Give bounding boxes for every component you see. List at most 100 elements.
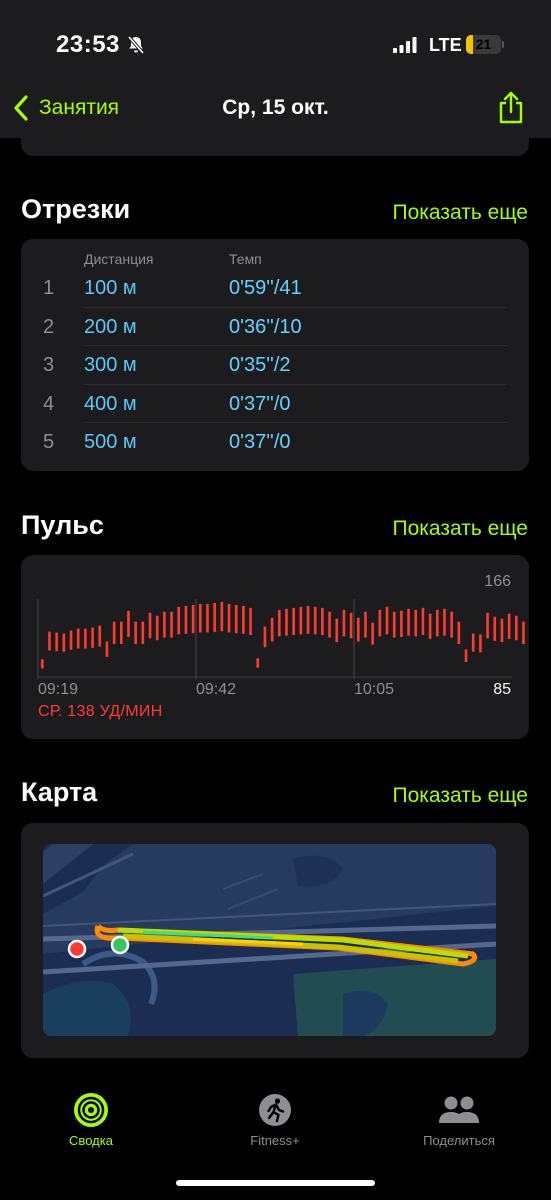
heart-rate-bar [421, 607, 425, 636]
heart-rate-bar [385, 606, 389, 635]
heart-rate-bar [76, 628, 80, 649]
split-index: 1 [43, 277, 55, 299]
split-index: 5 [43, 431, 55, 453]
heart-rate-bar [184, 605, 188, 634]
heart-rate-bar [335, 618, 339, 643]
heart-rate-bar [105, 641, 109, 657]
split-distance: 100 м [84, 277, 137, 299]
heart-rate-bar [48, 631, 51, 651]
heart-rate-bar [306, 605, 310, 634]
tab-summary[interactable]: Сводка [16, 1093, 166, 1148]
heart-rate-bar [163, 611, 166, 638]
heart-rate-bar [270, 617, 274, 642]
split-index: 2 [43, 315, 55, 338]
heart-rate-bar [313, 606, 317, 635]
heart-rate-bar [141, 621, 145, 645]
heart-rate-bar [278, 609, 281, 637]
map-title: Карта [21, 777, 98, 807]
heart-rate-bar [134, 621, 137, 645]
split-row: 4 400 м 0'37''/0 [21, 385, 529, 423]
split-distance: 200 м [84, 315, 137, 338]
navigation-bar: Занятия Ср, 15 окт. [0, 80, 551, 138]
heart-rate-bar [407, 608, 410, 636]
map-show-more-button[interactable]: Показать еще [392, 784, 528, 808]
tab-fitness-plus[interactable]: Fitness+ [200, 1093, 350, 1148]
splits-card: Дистанция Темп 1 100 м 0'59''/41 2 200 м… [21, 239, 529, 471]
heart-rate-bar [127, 610, 130, 637]
heart-rate-bar [55, 632, 58, 652]
heart-rate-bar [414, 609, 418, 637]
heart-rate-card[interactable]: 166 85 09:19 09:42 10:05 СР. 138 УД/МИН [21, 555, 529, 739]
heart-rate-bar [206, 603, 209, 633]
people-icon [439, 1096, 479, 1123]
heart-rate-bar [155, 615, 159, 641]
split-row: 5 500 м 0'37''/0 [21, 423, 529, 462]
split-row: 3 300 м 0'35''/2 [21, 346, 529, 385]
status-time: 23:53 [56, 31, 120, 58]
heart-rate-bar [392, 611, 396, 638]
heart-rate-bar [515, 615, 518, 641]
heart-rate-bar [263, 626, 267, 648]
tab-sharing[interactable]: Поделиться [384, 1093, 534, 1148]
heart-rate-average: СР. 138 УД/МИН [38, 703, 163, 720]
split-distance: 300 м [84, 354, 137, 376]
split-pace: 0'59''/41 [229, 277, 302, 299]
share-icon[interactable] [497, 91, 525, 125]
bell-slash-icon [127, 35, 145, 55]
heart-rate-bar [112, 621, 116, 645]
heart-rate-bar [479, 634, 482, 653]
split-index: 4 [43, 392, 55, 415]
split-distance: 500 м [84, 431, 137, 453]
heart-rate-bar [285, 608, 288, 636]
heart-rate-bar [450, 611, 453, 638]
heart-rate-bar [321, 607, 324, 636]
heart-rate-bar [227, 603, 231, 633]
heart-rate-bar [400, 610, 403, 637]
split-pace: 0'35''/2 [229, 354, 291, 376]
map-card[interactable] [21, 823, 529, 1058]
heart-rate-bar [371, 622, 374, 645]
heart-rate-bar [249, 607, 252, 636]
route-map-graphic [43, 844, 496, 1036]
heart-rate-bar [199, 603, 202, 633]
status-bar: 23:53 LTE 21 [0, 0, 551, 80]
heart-rate-show-more-button[interactable]: Показать еще [392, 517, 528, 541]
tab-sharing-label: Поделиться [423, 1133, 495, 1148]
heart-rate-bar [242, 605, 245, 634]
distance-column-header: Дистанция [84, 251, 154, 267]
tab-summary-label: Сводка [69, 1133, 113, 1148]
time-tick-label: 10:05 [354, 681, 395, 698]
heart-rate-bar [234, 604, 238, 634]
heart-rate-bar [220, 601, 224, 632]
heart-rate-bar [493, 616, 497, 641]
heart-rate-bar [69, 630, 73, 650]
heart-rate-bar [292, 607, 295, 636]
time-tick-label: 09:42 [196, 681, 237, 698]
home-indicator [176, 1180, 375, 1186]
heart-rate-bar [177, 606, 181, 635]
heart-rate-bar [170, 611, 173, 638]
tab-fitness-plus-label: Fitness+ [250, 1133, 300, 1148]
heart-rate-bar [464, 649, 468, 663]
heart-rate-bar [41, 659, 44, 669]
heart-rate-title: Пульс [21, 510, 104, 540]
page-title: Ср, 15 окт. [222, 96, 329, 119]
route-map[interactable] [43, 844, 496, 1036]
split-distance: 400 м [84, 392, 137, 415]
previous-card-bottom [21, 138, 529, 156]
heart-rate-bar [84, 628, 87, 649]
heart-rate-bar [91, 627, 94, 648]
activity-rings-icon [74, 1093, 108, 1127]
heart-rate-bar [364, 611, 367, 638]
splits-title: Отрезки [21, 194, 131, 224]
heart-rate-max-label: 166 [484, 573, 511, 590]
heart-rate-bar [342, 609, 346, 637]
heart-rate-bar [357, 617, 360, 642]
splits-show-more-button[interactable]: Показать еще [392, 201, 528, 225]
heart-rate-bar [328, 611, 331, 638]
heart-rate-bar [507, 613, 511, 639]
heart-rate-bar [191, 604, 195, 634]
heart-rate-bar [378, 609, 382, 637]
heart-rate-bar [436, 609, 439, 637]
route-end-marker [67, 939, 87, 959]
